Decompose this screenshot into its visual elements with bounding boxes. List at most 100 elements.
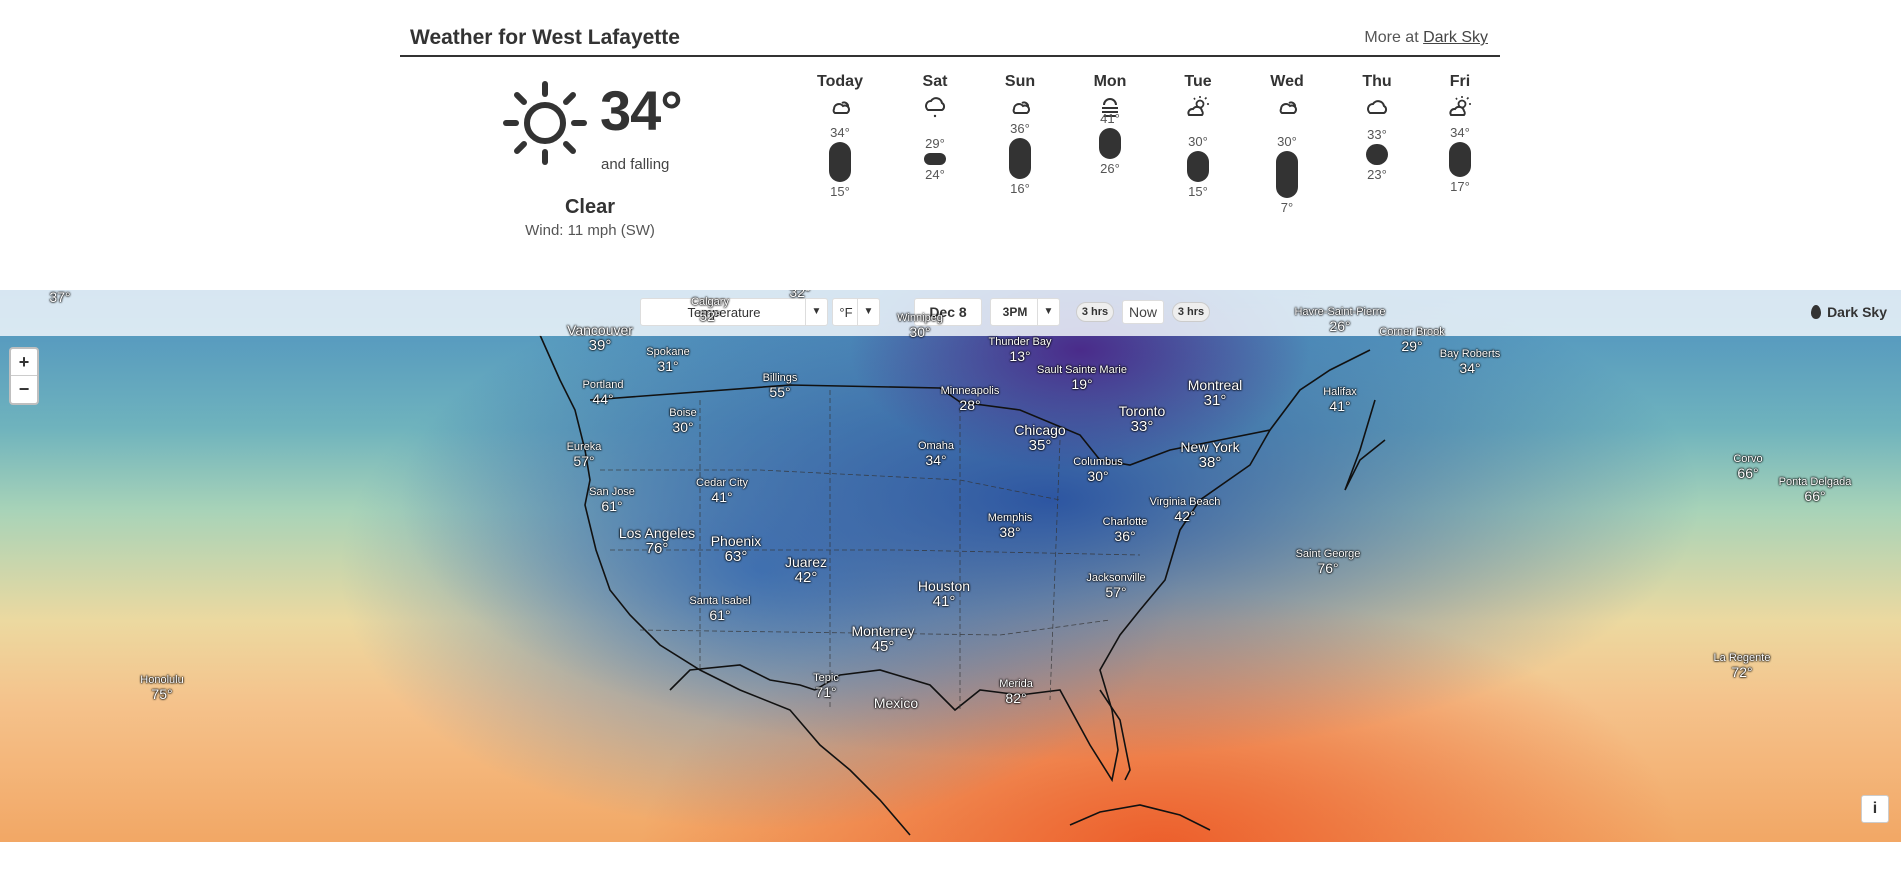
forecast-low: 23° [1367,167,1387,183]
cloudy-icon [1367,100,1388,114]
zoom-out-button[interactable]: − [11,376,37,403]
now-button[interactable]: Now [1122,300,1164,324]
city-name: Chicago [1014,422,1066,438]
forecast-low: 15° [1188,183,1208,199]
city-label: Merida 82° [999,678,1033,706]
temperature-range-bar [924,152,946,165]
city-label: Vancouver 39° [567,323,633,354]
city-label: Tepic 71° [813,672,839,700]
forecast-low: 26° [1100,160,1120,176]
forecast-low: 17° [1450,179,1470,195]
time-select-label: 3PM [1002,305,1028,319]
units-select[interactable]: °F ▼ [832,298,880,326]
dark-sky-logo-icon [1811,305,1822,319]
city-name: Corner Brook [1379,326,1445,338]
forecast-day: Sun 36° 16° [980,73,1060,273]
city-temperature: 82° [1005,690,1027,706]
city-name: Juarez [784,554,828,570]
city-temperature: 57° [1105,584,1127,600]
forecast-day: Wed 30° 7° [1247,73,1327,273]
city-temperature: 55° [769,384,791,400]
city-temperature: 26° [1329,318,1351,334]
chevron-down-icon[interactable]: ▼ [805,299,827,325]
city-label: Portland 44° [583,379,624,407]
city-temperature: 34° [925,452,947,468]
forecast-low: 16° [1010,181,1030,197]
forecast-day-name: Wed [1270,73,1304,90]
city-label: Bay Roberts 34° [1440,348,1501,376]
city-label: Chicago 35° [1014,423,1065,454]
temperature-range-bar [829,142,851,182]
city-label: Minneapolis 28° [941,385,1000,413]
dark-sky-brand[interactable]: Dark Sky [1811,304,1887,320]
daily-forecast: Today 34° 15° Sat 29° 24° Sun 36° 16° Mon 41° 26° Tu… [400,20,1500,280]
city-temperature: 31° [1203,392,1227,409]
city-temperature: 41° [711,489,733,505]
city-label: Boise 30° [669,407,697,435]
city-label: Los Angeles 76° [619,526,695,557]
partly-cloudy-icon [1279,101,1297,114]
city-temperature: 35° [1028,437,1052,454]
forecast-day: Mon 41° 26° [1070,73,1150,273]
temperature-map[interactable]: 37° Temperature ▼ °F ▼ Dec 8 3PM ▼ 3 hrs… [0,290,1901,842]
time-select[interactable]: 3PM ▼ [990,298,1060,326]
corner-temp: 37° [49,290,71,305]
city-temperature: 66° [1737,465,1759,481]
forecast-high: 33° [1367,127,1387,143]
units-select-label: °F [839,305,853,320]
partly-cloudy-icon [1012,101,1030,114]
snow-icon [925,97,946,118]
city-name: Columbus [1073,456,1123,468]
forecast-day-name: Tue [1184,73,1212,90]
city-temperature: 42° [794,569,818,586]
city-temperature: 34° [1459,360,1481,376]
city-label: Corvo 66° [1733,453,1762,481]
city-name: Merida [999,678,1033,690]
city-label: San Jose 61° [589,486,635,514]
city-temperature: 44° [592,391,614,407]
city-temperature: 45° [871,638,895,655]
chevron-down-icon[interactable]: ▼ [1037,299,1059,325]
city-label: Winnipeg 30° [897,312,943,340]
city-name: Billings [762,372,798,384]
city-name: Calgary [691,296,729,308]
forward-3hrs-button[interactable]: 3 hrs [1172,302,1210,322]
city-label: Honolulu 75° [140,674,183,702]
forecast-high: 34° [1450,125,1470,141]
forecast-high: 34° [830,125,850,141]
city-name: Portland [582,379,624,391]
forecast-low: 15° [830,183,850,199]
city-temperature: 32° [789,290,811,300]
city-name: Los Angeles [618,525,696,541]
city-name: New York [1180,439,1240,455]
city-temperature: 30° [672,419,694,435]
city-label: Thunder Bay 13° [989,336,1052,364]
chevron-down-icon[interactable]: ▼ [857,299,879,325]
temperature-range-bar [1187,150,1209,182]
city-label: New York 38° [1180,440,1239,471]
city-label: Phoenix 63° [711,534,762,565]
back-3hrs-button[interactable]: 3 hrs [1076,302,1114,322]
forecast-day: Thu 33° 23° [1337,73,1417,273]
city-name: Thunder Bay [988,336,1052,348]
forecast-day-name: Sun [1004,73,1036,90]
map-toolbar: 37° Temperature ▼ °F ▼ Dec 8 3PM ▼ 3 hrs… [0,290,1901,336]
city-name: Santa Isabel [689,595,751,607]
city-label: Omaha 34° [918,440,954,468]
city-label: La Regente 72° [1714,652,1771,680]
city-temperature: 36° [1114,528,1136,544]
forecast-day-name: Today [817,73,863,90]
city-name: Saint George [1295,548,1361,560]
map-borders [539,334,1386,836]
city-name: Toronto [1118,403,1166,419]
zoom-control: + − [9,347,39,405]
city-temperature: 13° [1009,348,1031,364]
layer-select[interactable]: Temperature ▼ [640,298,828,326]
city-label: Corner Brook 29° [1379,326,1444,354]
info-button[interactable]: i [1861,795,1889,823]
city-label: Jacksonville 57° [1086,572,1145,600]
weather-widget: Weather for West Lafayette More at Dark … [400,20,1500,280]
city-temperature: 38° [1198,454,1222,471]
city-name: Charlotte [1102,516,1148,528]
zoom-in-button[interactable]: + [11,349,37,376]
